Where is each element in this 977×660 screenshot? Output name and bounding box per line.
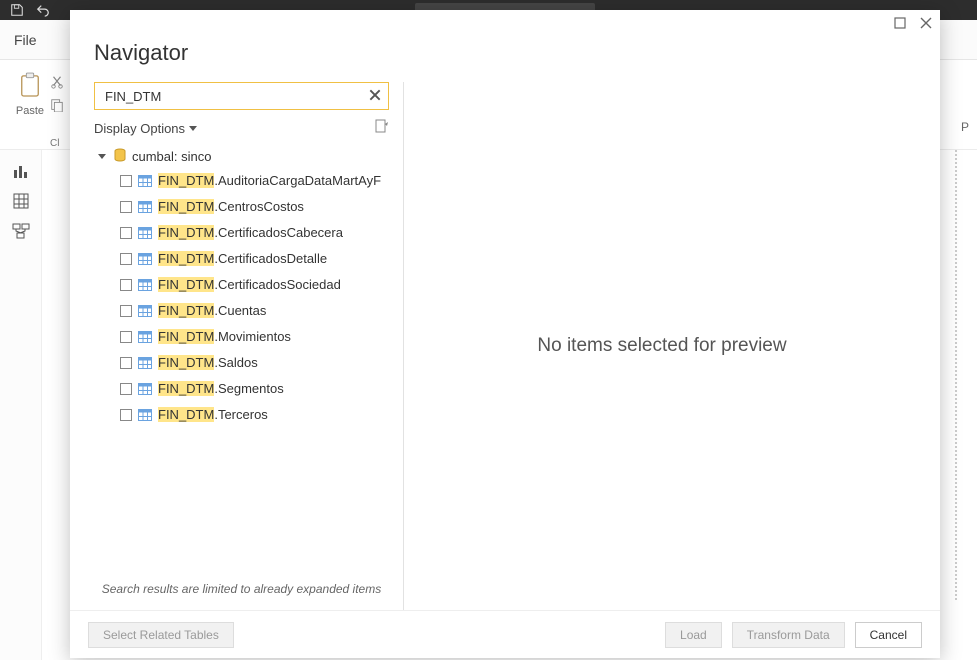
tree-item[interactable]: FIN_DTM.Movimientos: [94, 324, 389, 350]
table-icon: [138, 357, 152, 369]
checkbox[interactable]: [120, 253, 132, 265]
clear-search-icon[interactable]: [368, 88, 382, 107]
table-icon: [138, 227, 152, 239]
model-view-icon[interactable]: [12, 222, 30, 240]
checkbox[interactable]: [120, 331, 132, 343]
cancel-button[interactable]: Cancel: [855, 622, 922, 648]
select-related-tables-button[interactable]: Select Related Tables: [88, 622, 234, 648]
cut-icon[interactable]: [50, 75, 64, 94]
tree-item-label: FIN_DTM.Cuentas: [158, 302, 266, 320]
clipboard-icon: [19, 72, 41, 98]
tree-item-label: FIN_DTM.Segmentos: [158, 380, 284, 398]
clipboard-group-label: Cl: [50, 138, 59, 149]
close-icon[interactable]: [920, 17, 932, 29]
tree-item-label: FIN_DTM.CentrosCostos: [158, 198, 304, 216]
tree-item-label: FIN_DTM.CertificadosSociedad: [158, 276, 341, 294]
tree-root-database[interactable]: cumbal: sinco: [94, 145, 389, 168]
search-limit-note: Search results are limited to already ex…: [94, 570, 389, 610]
table-icon: [138, 279, 152, 291]
highlighted-match: FIN_DTM: [158, 173, 214, 188]
collapse-icon[interactable]: [98, 154, 106, 159]
table-icon: [138, 201, 152, 213]
tree-item[interactable]: FIN_DTM.CertificadosSociedad: [94, 272, 389, 298]
checkbox[interactable]: [120, 305, 132, 317]
highlighted-match: FIN_DTM: [158, 407, 214, 422]
tree-item[interactable]: FIN_DTM.CertificadosDetalle: [94, 246, 389, 272]
preview-pane: No items selected for preview: [404, 82, 920, 610]
tree-item[interactable]: FIN_DTM.CentrosCostos: [94, 194, 389, 220]
table-icon: [138, 409, 152, 421]
tree-item-label: FIN_DTM.Saldos: [158, 354, 258, 372]
display-options-dropdown[interactable]: Display Options: [94, 121, 197, 136]
refresh-icon[interactable]: [373, 118, 389, 139]
paste-button[interactable]: Paste: [10, 72, 50, 117]
display-options-label: Display Options: [94, 121, 185, 136]
table-icon: [138, 305, 152, 317]
object-tree: cumbal: sinco FIN_DTM.AuditoriaCargaData…: [94, 145, 389, 570]
search-input[interactable]: [103, 88, 362, 105]
table-icon: [138, 331, 152, 343]
navigator-dialog: Navigator Display Options: [70, 10, 940, 658]
tree-item[interactable]: FIN_DTM.Terceros: [94, 402, 389, 428]
preview-empty-text: No items selected for preview: [537, 335, 786, 357]
tree-item[interactable]: FIN_DTM.Segmentos: [94, 376, 389, 402]
table-icon: [138, 253, 152, 265]
table-icon: [138, 175, 152, 187]
checkbox[interactable]: [120, 383, 132, 395]
chevron-down-icon: [189, 126, 197, 132]
tree-item-label: FIN_DTM.Movimientos: [158, 328, 291, 346]
maximize-icon[interactable]: [894, 17, 906, 29]
highlighted-match: FIN_DTM: [158, 277, 214, 292]
dialog-title: Navigator: [70, 34, 940, 74]
transform-data-button[interactable]: Transform Data: [732, 622, 845, 648]
tree-item[interactable]: FIN_DTM.AuditoriaCargaDataMartAyF: [94, 168, 389, 194]
save-icon: [10, 3, 24, 17]
search-box[interactable]: [94, 82, 389, 110]
view-rail: [0, 150, 42, 660]
tree-item[interactable]: FIN_DTM.CertificadosCabecera: [94, 220, 389, 246]
dialog-footer: Select Related Tables Load Transform Dat…: [70, 610, 940, 658]
checkbox[interactable]: [120, 227, 132, 239]
tree-root-label: cumbal: sinco: [132, 149, 211, 164]
checkbox[interactable]: [120, 279, 132, 291]
highlighted-match: FIN_DTM: [158, 251, 214, 266]
highlighted-match: FIN_DTM: [158, 329, 214, 344]
highlighted-match: FIN_DTM: [158, 303, 214, 318]
checkbox[interactable]: [120, 201, 132, 213]
report-view-icon[interactable]: [12, 162, 30, 180]
tree-item-label: FIN_DTM.Terceros: [158, 406, 268, 424]
tree-item-label: FIN_DTM.CertificadosDetalle: [158, 250, 327, 268]
right-pane-divider: [955, 150, 957, 600]
undo-icon: [36, 3, 50, 17]
checkbox[interactable]: [120, 357, 132, 369]
highlighted-match: FIN_DTM: [158, 225, 214, 240]
tree-item-label: FIN_DTM.CertificadosCabecera: [158, 224, 343, 242]
paste-label: Paste: [10, 105, 50, 117]
checkbox[interactable]: [120, 175, 132, 187]
file-tab[interactable]: File: [14, 32, 37, 48]
data-view-icon[interactable]: [12, 192, 30, 210]
tree-item-label: FIN_DTM.AuditoriaCargaDataMartAyF: [158, 172, 381, 190]
highlighted-match: FIN_DTM: [158, 355, 214, 370]
checkbox[interactable]: [120, 409, 132, 421]
load-button[interactable]: Load: [665, 622, 722, 648]
database-icon: [114, 148, 126, 165]
table-icon: [138, 383, 152, 395]
highlighted-match: FIN_DTM: [158, 381, 214, 396]
tree-item[interactable]: FIN_DTM.Saldos: [94, 350, 389, 376]
copy-icon[interactable]: [50, 98, 64, 117]
navigator-left-pane: Display Options cumbal: sinco FIN_DTM.Au…: [94, 82, 404, 610]
tree-item[interactable]: FIN_DTM.Cuentas: [94, 298, 389, 324]
right-pane-letter: P: [961, 120, 969, 134]
highlighted-match: FIN_DTM: [158, 199, 214, 214]
